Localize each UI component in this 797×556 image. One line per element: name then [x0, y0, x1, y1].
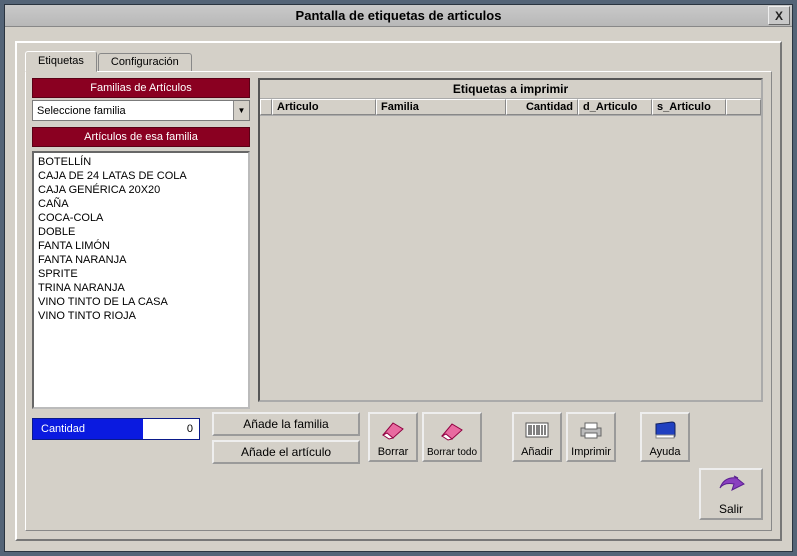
borrar-button[interactable]: Borrar	[368, 412, 418, 462]
col-d-articulo[interactable]: d_Articulo	[578, 99, 652, 115]
ayuda-button[interactable]: Ayuda	[640, 412, 690, 462]
salir-button[interactable]: Salir	[699, 468, 763, 520]
list-item[interactable]: TRINA NARANJA	[38, 281, 244, 295]
cantidad-group: Cantidad	[32, 418, 200, 440]
list-item[interactable]: FANTA NARANJA	[38, 253, 244, 267]
anadir-label: Añadir	[521, 446, 553, 458]
borrar-todo-label: Borrar todo	[427, 447, 477, 458]
ayuda-label: Ayuda	[650, 446, 681, 458]
list-item[interactable]: CAJA GENÉRICA 20X20	[38, 183, 244, 197]
list-item[interactable]: DOBLE	[38, 225, 244, 239]
imprimir-label: Imprimir	[571, 446, 611, 458]
eraser-icon	[379, 414, 407, 446]
list-item[interactable]: FANTA LIMÓN	[38, 239, 244, 253]
col-articulo[interactable]: Articulo	[272, 99, 376, 115]
grid-body[interactable]	[260, 116, 761, 400]
list-item[interactable]: BOTELLÍN	[38, 155, 244, 169]
col-spacer	[726, 99, 761, 115]
col-cantidad[interactable]: Cantidad	[506, 99, 578, 115]
tab-panel: Familias de Artículos Seleccione familia…	[25, 71, 772, 531]
col-familia[interactable]: Familia	[376, 99, 506, 115]
add-articulo-button[interactable]: Añade el artículo	[212, 440, 360, 464]
client-area: Etiquetas Configuración Familias de Artí…	[15, 41, 782, 541]
eraser-icon	[438, 414, 466, 447]
left-column: Familias de Artículos Seleccione familia…	[32, 78, 250, 409]
list-item[interactable]: VINO TINTO DE LA CASA	[38, 295, 244, 309]
book-icon	[652, 414, 678, 446]
window-title: Pantalla de etiquetas de articulos	[296, 8, 502, 23]
add-buttons: Añade la familia Añade el artículo	[212, 412, 360, 468]
list-item[interactable]: COCA-COLA	[38, 211, 244, 225]
imprimir-button[interactable]: Imprimir	[566, 412, 616, 462]
printer-icon	[578, 414, 604, 446]
list-item[interactable]: CAÑA	[38, 197, 244, 211]
titlebar: Pantalla de etiquetas de articulos X	[5, 5, 792, 27]
close-button[interactable]: X	[768, 6, 790, 25]
list-item[interactable]: CAJA DE 24 LATAS DE COLA	[38, 169, 244, 183]
familias-header: Familias de Artículos	[32, 78, 250, 98]
chevron-down-icon[interactable]: ▼	[233, 101, 249, 120]
grid-title: Etiquetas a imprimir	[260, 80, 761, 98]
grid-row-selector[interactable]	[260, 99, 272, 115]
salir-label: Salir	[719, 502, 743, 516]
grid-header: Articulo Familia Cantidad d_Articulo s_A…	[260, 98, 761, 116]
article-list[interactable]: BOTELLÍN CAJA DE 24 LATAS DE COLA CAJA G…	[32, 151, 250, 409]
cantidad-label: Cantidad	[33, 419, 143, 439]
list-item[interactable]: SPRITE	[38, 267, 244, 281]
bottom-toolbar: Cantidad Añade la familia Añade el artíc…	[32, 412, 763, 467]
col-s-articulo[interactable]: s_Articulo	[652, 99, 726, 115]
app-window: Pantalla de etiquetas de articulos X Eti…	[4, 4, 793, 552]
add-familia-button[interactable]: Añade la familia	[212, 412, 360, 436]
tab-etiquetas[interactable]: Etiquetas	[25, 51, 97, 72]
borrar-label: Borrar	[378, 446, 409, 458]
familia-combo-text: Seleccione familia	[33, 105, 233, 117]
articulos-header: Artículos de esa familia	[32, 127, 250, 147]
print-grid-pane: Etiquetas a imprimir Articulo Familia Ca…	[258, 78, 763, 402]
list-item[interactable]: VINO TINTO RIOJA	[38, 309, 244, 323]
barcode-icon	[524, 414, 550, 446]
exit-arrow-icon	[714, 470, 748, 502]
borrar-todo-button[interactable]: Borrar todo	[422, 412, 482, 462]
familia-combo[interactable]: Seleccione familia ▼	[32, 100, 250, 121]
close-icon: X	[775, 9, 783, 23]
anadir-button[interactable]: Añadir	[512, 412, 562, 462]
cantidad-input[interactable]	[143, 419, 199, 439]
tab-strip: Etiquetas Configuración	[25, 51, 193, 72]
